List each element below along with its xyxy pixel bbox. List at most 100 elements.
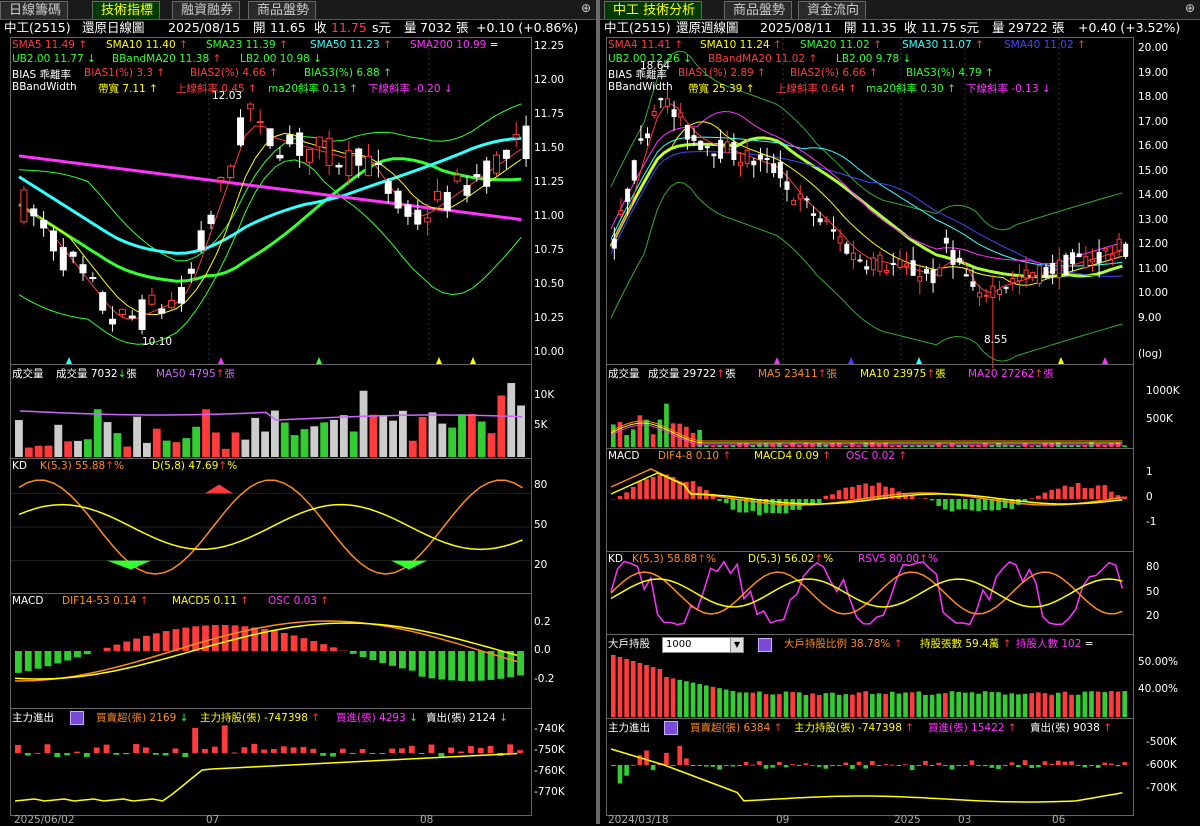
candle-body	[818, 219, 822, 222]
volume-bar	[232, 432, 240, 457]
candle-body	[911, 261, 915, 276]
main-force-bar	[173, 748, 179, 753]
x-axis-jul: 07	[206, 814, 219, 826]
candle-body	[918, 277, 922, 282]
weekly-macd-panel[interactable]	[606, 448, 1134, 552]
main-force-bar	[677, 746, 682, 765]
main-force-bar	[163, 753, 169, 756]
main-force-bar	[350, 753, 356, 754]
holders-bar	[611, 655, 616, 717]
volume-bar	[143, 443, 151, 457]
main-force-bar	[1076, 765, 1081, 766]
volume-bar	[182, 438, 190, 457]
volume-bar	[15, 420, 23, 457]
price-axis-tick: 20.00	[1138, 42, 1168, 54]
tab-fund-flow[interactable]: 資金流向	[798, 1, 866, 19]
price-axis-tick: 11.25	[534, 176, 564, 188]
tab-daily-chips[interactable]: 日線籌碼	[0, 1, 68, 19]
candle-body	[858, 260, 862, 261]
main-force-bar	[222, 725, 228, 753]
main-force-bar	[737, 765, 742, 766]
volume-bar	[651, 434, 656, 447]
macd-histogram-bar	[1029, 498, 1034, 499]
weekly-main-settings-icon[interactable]	[664, 721, 678, 735]
main-force-bar	[704, 765, 709, 767]
volume-bar	[1036, 446, 1041, 447]
macd-histogram-bar	[113, 645, 120, 651]
candle-body	[878, 255, 882, 271]
holders-bar	[1009, 693, 1014, 717]
volume-bar	[890, 446, 895, 447]
candle-body	[169, 300, 175, 307]
main-force-bar	[950, 765, 955, 770]
weekly-bias3: BIAS3(%) 4.79 ↑	[906, 67, 994, 79]
main-force-bar	[1016, 765, 1021, 767]
main-force-bar	[990, 765, 995, 768]
main-force-bar	[764, 765, 769, 769]
price-axis-tick: 14.00	[1138, 189, 1168, 201]
macd-histogram-bar	[251, 627, 258, 651]
tab-technical-indicators[interactable]: 技術指標	[92, 1, 160, 19]
tab-market-overview[interactable]: 商品盤勢	[248, 1, 316, 19]
candle-body	[765, 158, 769, 159]
signal-marker	[316, 357, 322, 364]
main-force-bar	[777, 762, 782, 765]
dropdown-arrow-icon[interactable]: ▼	[730, 638, 743, 652]
price-change-right: +0.40 (+3.52%)	[1078, 19, 1180, 37]
macd-panel[interactable]	[10, 593, 532, 709]
candle-body	[898, 260, 902, 268]
legend-item: SMA23 11.39 ↑	[206, 39, 288, 51]
main-force-bar	[1122, 762, 1127, 765]
volume-bar	[113, 433, 121, 457]
main-force-bar	[611, 765, 616, 766]
holders-bar	[1016, 694, 1021, 717]
macd-histogram-bar	[1096, 485, 1101, 499]
settings-icon[interactable]	[70, 711, 84, 725]
macd-osc: OSC 0.03 ↑	[268, 595, 329, 607]
kd-panel[interactable]	[10, 458, 532, 594]
holders-bar	[1003, 695, 1008, 717]
weekly-macd-canvas	[607, 449, 1133, 551]
candle-body	[110, 319, 116, 324]
candle-body	[1117, 239, 1121, 250]
holder-threshold-select[interactable]: 1000▼	[662, 637, 744, 653]
macd-histogram-bar	[657, 475, 662, 499]
holders-bar	[990, 692, 995, 717]
signal-marker	[916, 357, 922, 364]
holders-bar	[770, 694, 775, 717]
open-price-right: 11.35	[861, 19, 897, 37]
zoom-icon-right[interactable]: ⊕	[1182, 1, 1198, 17]
macd-histogram-bar	[950, 499, 955, 512]
candle-body	[385, 181, 391, 193]
main-force-bar	[45, 744, 51, 753]
candle-body	[1071, 253, 1075, 264]
weekly-bias2: BIAS2(%) 6.66 ↑	[790, 67, 878, 79]
kd-k-line	[611, 572, 1122, 614]
main-force-bar	[1003, 765, 1008, 766]
main-force-bar	[1043, 761, 1048, 765]
macd-histogram-bar	[830, 494, 835, 499]
macd-histogram-bar	[271, 631, 278, 651]
candle-body	[484, 161, 490, 186]
price-unit-right: s元	[960, 19, 979, 37]
candle-body	[699, 141, 703, 149]
candle-body	[659, 99, 663, 100]
macd-histogram-bar	[399, 651, 406, 668]
weekly-kd-k: K(5,3) 58.88↑%	[632, 553, 716, 565]
tab-technical-analysis[interactable]: 中工 技術分析	[604, 1, 702, 19]
candle-body	[119, 309, 125, 314]
tab-margin-trading[interactable]: 融資融券	[172, 1, 240, 19]
volume-bar	[458, 414, 466, 457]
main-force-bar	[301, 747, 307, 753]
macd-histogram-bar	[369, 651, 376, 660]
candle-body	[991, 286, 995, 297]
zoom-icon[interactable]: ⊕	[578, 1, 594, 17]
candle-body	[838, 237, 842, 243]
big-holder-ratio: 大戶持股比例 38.78% ↑	[784, 636, 903, 651]
holders-bar	[777, 694, 782, 717]
holders-bar	[950, 691, 955, 717]
tab-market-overview-right[interactable]: 商品盤勢	[724, 1, 792, 19]
close-label: 收	[314, 19, 327, 37]
main-force-bar	[1029, 765, 1034, 768]
big-holders-settings-icon[interactable]	[758, 638, 772, 652]
